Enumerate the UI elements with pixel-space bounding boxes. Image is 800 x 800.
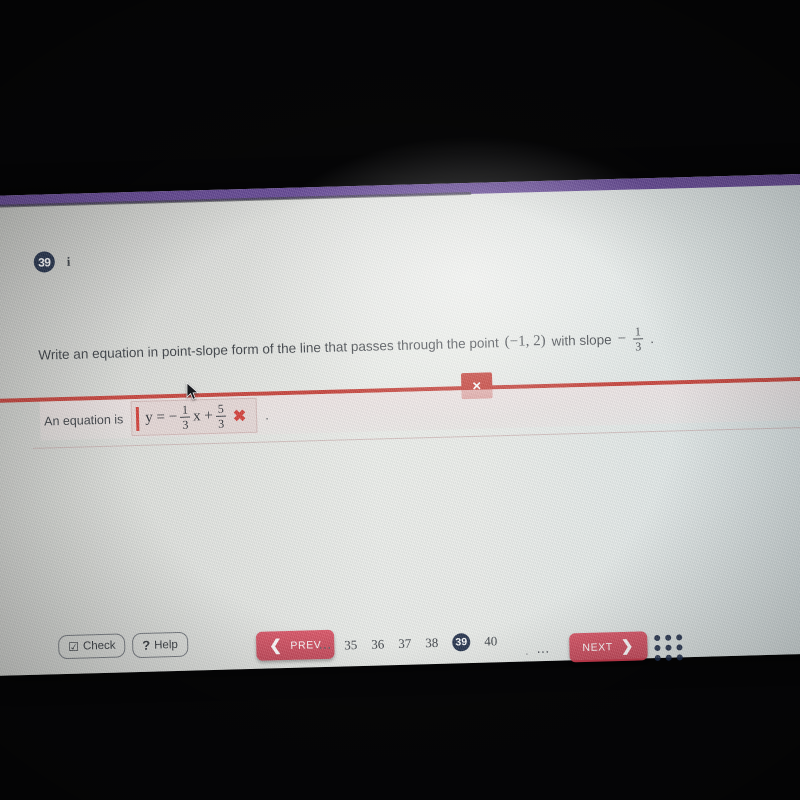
pager-tiny-dot: . <box>525 646 529 658</box>
help-button[interactable]: ? Help <box>131 631 189 659</box>
answer-input-box[interactable]: y = − 1 3 x + 5 3 ✖ <box>130 397 258 437</box>
question-prompt: Write an equation in point-slope form of… <box>38 321 800 369</box>
equation-constant-fraction: 5 3 <box>215 401 227 431</box>
prompt-period: . <box>649 330 655 347</box>
info-icon[interactable]: i <box>67 253 71 269</box>
grid-dot <box>665 654 672 661</box>
slope-denominator: 3 <box>635 339 642 354</box>
coef-numerator: 1 <box>181 402 189 417</box>
grid-dot <box>676 644 683 651</box>
prev-button-label: PREV <box>290 638 322 652</box>
prompt-slope-fraction: 1 3 <box>633 324 644 354</box>
checkbox-icon: ☑ <box>68 639 80 654</box>
pager-page-38[interactable]: 38 <box>425 635 438 651</box>
mouse-cursor-icon <box>186 382 200 400</box>
next-button[interactable]: NEXT ❯ <box>569 631 648 663</box>
prompt-point: (−1, 2) <box>504 332 546 351</box>
answer-label: An equation is <box>43 411 124 429</box>
question-header: 39 i <box>33 251 71 273</box>
question-mark-icon: ? <box>142 637 151 653</box>
equation-lhs: y = − <box>145 408 178 426</box>
check-button-label: Check <box>82 639 116 653</box>
grid-dot <box>676 654 683 661</box>
grid-dot <box>665 644 672 651</box>
pager-page-37[interactable]: 37 <box>398 636 411 652</box>
incorrect-x-icon: ✖ <box>232 407 247 425</box>
answer-trailing-period: . <box>265 407 269 423</box>
grid-dot <box>676 634 683 641</box>
text-caret <box>135 406 140 431</box>
chevron-right-icon: ❯ <box>620 637 635 655</box>
coef-denominator: 3 <box>182 417 189 432</box>
check-button[interactable]: ☑ Check <box>57 633 126 660</box>
grid-dot <box>665 634 672 641</box>
pager-ellipsis-right[interactable]: ⋯ <box>536 644 550 660</box>
grid-dot <box>654 654 661 662</box>
monitor-photo: 39 i Write an equation in point-slope fo… <box>0 0 800 800</box>
equation-coefficient-fraction: 1 3 <box>180 402 191 432</box>
prompt-text-part2: with slope <box>551 332 612 349</box>
pager: 35 36 37 38 39 40 <box>344 633 497 654</box>
question-number-badge: 39 <box>33 251 56 273</box>
pager-ellipsis-left[interactable]: ⋯ <box>318 640 332 656</box>
const-numerator: 5 <box>217 401 224 416</box>
next-button-label: NEXT <box>582 640 613 654</box>
chevron-left-icon: ❮ <box>269 637 283 655</box>
grid-dot <box>654 644 661 652</box>
bottom-toolbar: ☑ Check ? Help ❮ PREV ⋯ 35 36 37 38 39 4… <box>0 600 800 685</box>
pager-page-35[interactable]: 35 <box>344 637 357 653</box>
pager-page-36[interactable]: 36 <box>371 636 384 652</box>
monitor-screen: 39 i Write an equation in point-slope fo… <box>0 128 800 676</box>
const-denominator: 3 <box>217 416 225 431</box>
grid-dot <box>654 634 661 642</box>
page-content: 39 i Write an equation in point-slope fo… <box>0 184 800 675</box>
pager-page-40[interactable]: 40 <box>484 633 497 649</box>
answer-equation: y = − 1 3 x + 5 3 <box>145 401 227 432</box>
prompt-text-part1: Write an equation in point-slope form of… <box>38 335 499 363</box>
help-button-label: Help <box>154 638 178 652</box>
grid-menu-icon[interactable] <box>654 634 684 662</box>
prompt-slope-sign: − <box>617 330 627 347</box>
equation-variable-term: x + <box>192 407 214 425</box>
pager-page-39-current[interactable]: 39 <box>452 633 471 652</box>
slope-numerator: 1 <box>634 324 642 339</box>
